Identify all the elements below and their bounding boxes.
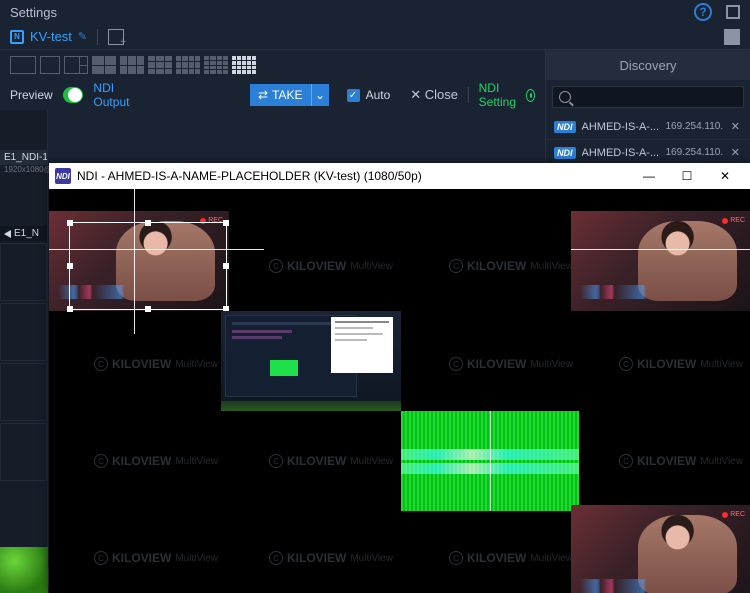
rec-indicator-icon: REC <box>722 511 745 518</box>
ndi-window-titlebar[interactable]: NDI NDI - AHMED-IS-A-NAME-PLACEHOLDER (K… <box>49 163 750 189</box>
take-button[interactable]: ⇄ TAKE <box>250 84 311 106</box>
watermark: CKILOVIEWMultiView <box>269 454 393 468</box>
maximize-icon[interactable] <box>726 5 740 19</box>
watermark: CKILOVIEWMultiView <box>449 357 573 371</box>
close-button[interactable]: ✕ Close <box>410 87 458 103</box>
video-tile-test-signal[interactable] <box>401 411 579 511</box>
watermark: CKILOVIEWMultiView <box>94 357 218 371</box>
ndi-logo-icon: NDI <box>55 168 71 184</box>
discovery-header: Discovery <box>546 50 750 80</box>
tab-kvtest[interactable]: N KV-test ✎ <box>10 29 87 44</box>
tab-kvtest-icon: N <box>10 30 24 44</box>
search-input[interactable] <box>577 91 737 103</box>
layout-1up-b[interactable] <box>40 56 60 74</box>
tab-kvtest-label: KV-test <box>30 29 72 44</box>
video-tile-singer-1[interactable]: REC <box>49 211 229 311</box>
help-icon[interactable]: ? <box>694 3 712 21</box>
tab-bar: N KV-test ✎ <box>0 24 750 50</box>
ndi-output-label[interactable]: NDI Output <box>93 81 130 109</box>
edit-tab-icon[interactable]: ✎ <box>78 30 87 43</box>
preview-label: Preview <box>10 88 53 102</box>
ndi-output-window: NDI NDI - AHMED-IS-A-NAME-PLACEHOLDER (K… <box>49 163 750 593</box>
rec-indicator-icon: REC <box>722 217 745 224</box>
discovery-panel: Discovery NDI AHMED-IS-A-... 169.254.110… <box>545 50 750 166</box>
layout-4x3[interactable] <box>176 56 200 74</box>
title-bar: Settings ? <box>0 0 750 24</box>
gear-icon <box>526 89 535 102</box>
discovery-item-action-icon[interactable]: ✕ <box>729 120 742 133</box>
thumb-slot[interactable] <box>0 423 47 481</box>
video-tile-singer-2[interactable]: REC <box>571 211 750 311</box>
discovery-item-ip: 169.254.110.37:5... <box>666 147 723 158</box>
source-name: E1_NDI-1... <box>4 152 43 163</box>
preview-toggle[interactable] <box>63 87 84 103</box>
discovery-item-ip: 169.254.110.37:5... <box>666 121 723 132</box>
ndi-badge-icon: NDI <box>554 121 576 133</box>
layout-3x3[interactable] <box>148 56 172 74</box>
rec-indicator-icon: REC <box>200 217 223 224</box>
ndi-setting-label: NDI Setting <box>479 81 520 109</box>
search-icon <box>559 91 571 103</box>
panel-toggle-icon[interactable] <box>724 29 740 45</box>
discovery-item[interactable]: NDI AHMED-IS-A-... 169.254.110.37:5... ✕ <box>546 114 750 140</box>
source-chip[interactable]: E1_NDI-1... <box>0 150 47 165</box>
thumb-slot[interactable] <box>0 243 47 301</box>
crosshair-v <box>134 189 135 334</box>
source-resolution: 1920x1080@... <box>0 165 47 174</box>
watermark: CKILOVIEWMultiView <box>619 357 743 371</box>
layout-3x2[interactable] <box>120 56 144 74</box>
audio-source-label: E1_N <box>14 228 39 239</box>
speaker-icon <box>4 230 11 238</box>
audio-source-chip[interactable]: E1_N <box>0 226 47 241</box>
watermark: CKILOVIEWMultiView <box>94 454 218 468</box>
background-thumb <box>0 547 48 593</box>
ndi-setting-button[interactable]: NDI Setting <box>479 81 535 109</box>
window-close-button[interactable]: ✕ <box>706 163 744 189</box>
layout-5x4[interactable] <box>232 56 256 74</box>
new-tab-icon[interactable] <box>108 29 124 45</box>
thumb-slot[interactable] <box>0 363 47 421</box>
chevron-down-icon: ⌄ <box>315 88 325 102</box>
window-maximize-button[interactable]: ☐ <box>668 163 706 189</box>
discovery-search[interactable] <box>552 86 744 108</box>
layout-2x2[interactable] <box>92 56 116 74</box>
take-dropdown[interactable]: ⌄ <box>311 84 329 106</box>
take-label: TAKE <box>272 88 302 102</box>
multiview-canvas: CKILOVIEWMultiView CKILOVIEWMultiView CK… <box>49 189 750 593</box>
ndi-window-title: NDI - AHMED-IS-A-NAME-PLACEHOLDER (KV-te… <box>77 169 630 183</box>
video-tile-singer-3[interactable]: REC <box>571 505 750 593</box>
control-bar: Preview NDI Output ⇄ TAKE ⌄ ✓ Auto ✕ Clo… <box>0 80 545 110</box>
layout-1up[interactable] <box>10 56 36 74</box>
app-title: Settings <box>10 5 57 20</box>
discovery-item-name: AHMED-IS-A-... <box>582 147 660 159</box>
crosshair-h <box>49 249 264 250</box>
auto-label: Auto <box>366 88 391 102</box>
layout-4x4[interactable] <box>204 56 228 74</box>
watermark: CKILOVIEWMultiView <box>94 551 218 565</box>
discovery-item-action-icon[interactable]: ✕ <box>729 146 742 159</box>
video-tile-desktop[interactable] <box>221 311 401 411</box>
auto-checkbox[interactable]: ✓ <box>347 89 360 102</box>
watermark: CKILOVIEWMultiView <box>449 551 573 565</box>
window-minimize-button[interactable]: — <box>630 163 668 189</box>
swap-icon: ⇄ <box>258 88 268 102</box>
source-column: E1_NDI-1... 1920x1080@... E1_N T <box>0 110 48 593</box>
watermark: CKILOVIEWMultiView <box>269 551 393 565</box>
thumb-slot[interactable] <box>0 303 47 361</box>
discovery-item-name: AHMED-IS-A-... <box>582 121 660 133</box>
watermark: CKILOVIEWMultiView <box>619 454 743 468</box>
watermark: CKILOVIEWMultiView <box>449 259 573 273</box>
watermark: CKILOVIEWMultiView <box>269 259 393 273</box>
ndi-badge-icon: NDI <box>554 147 576 159</box>
